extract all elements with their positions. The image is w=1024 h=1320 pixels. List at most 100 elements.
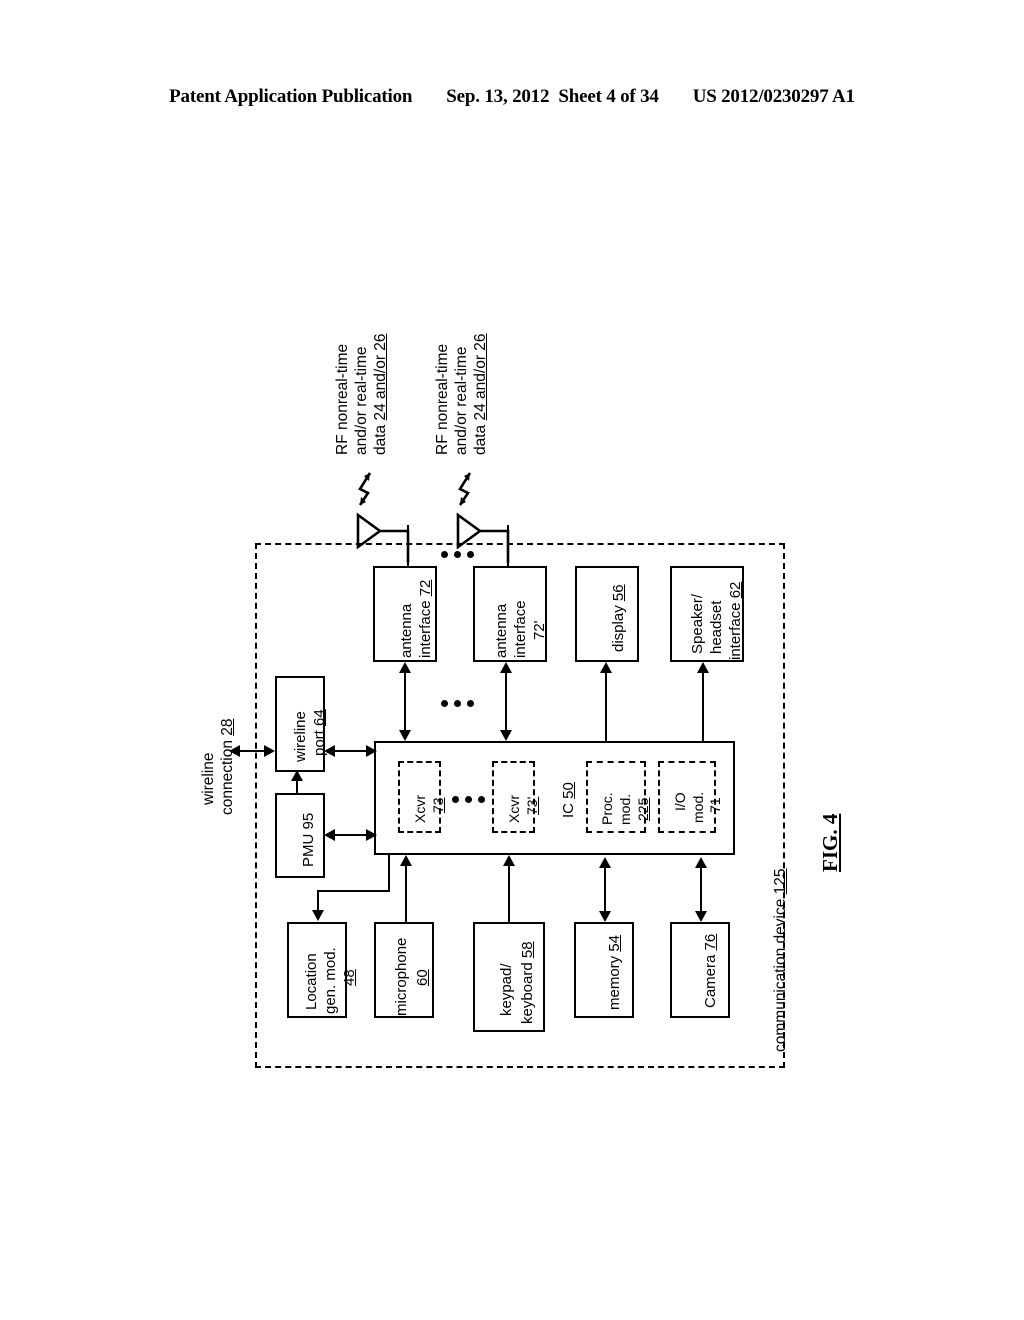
connector-pmu-ic-arrow-left bbox=[324, 828, 335, 841]
xcvr-ellipsis bbox=[452, 796, 485, 803]
block-memory-54-label: memory 54 bbox=[606, 934, 623, 1010]
rf-signal-label-1: RF nonreal-time bbox=[334, 344, 352, 455]
block-antenna-interface-72-prime[interactable]: antenna interface 72' bbox=[473, 566, 548, 662]
header-patent-number: US 2012/0230297 A1 bbox=[692, 86, 855, 107]
block-xcvr-73[interactable]: Xcvr 73 bbox=[398, 761, 446, 833]
connector-memory-ic-line bbox=[604, 868, 607, 916]
connector-if72-ic-arrow-up bbox=[398, 662, 411, 673]
rf-signal-2-line3: data 24 and/or 26 bbox=[472, 333, 489, 455]
wireline-connection-label-line2: connection 28 bbox=[219, 718, 236, 815]
connector-camera-ic-arrow-down bbox=[694, 911, 707, 922]
connector-keypad-ic-arrow bbox=[502, 855, 515, 866]
connector-wireline-external-arrow-left bbox=[229, 744, 240, 757]
connector-speaker-ic-line bbox=[702, 668, 705, 742]
block-microphone-line1: microphone bbox=[393, 937, 410, 1016]
connector-pmu-ic-arrow-right bbox=[366, 828, 377, 841]
rf-signal-label-2-line2: and/or real-time bbox=[453, 346, 471, 455]
block-microphone-line2: 60 bbox=[414, 969, 431, 986]
block-io-line3: 71 bbox=[707, 797, 723, 813]
block-proc-line1: Proc. bbox=[599, 792, 615, 825]
connector-if72-ic-line bbox=[404, 668, 407, 736]
block-location-gen-mod-48[interactable]: Location gen. mod. 48 bbox=[287, 922, 358, 1018]
header-sheet: Sheet 4 of 34 bbox=[558, 86, 659, 107]
rf-signal-1-line2: and/or real-time bbox=[353, 346, 370, 455]
block-pmu-95[interactable]: PMU 95 bbox=[275, 793, 325, 878]
connector-microphone-ic-arrow bbox=[399, 855, 412, 866]
connector-if72p-ic-arrow-down bbox=[499, 730, 512, 741]
connector-wireline-external-arrow-right bbox=[264, 744, 275, 757]
antenna-interface-ellipsis bbox=[441, 551, 474, 558]
connector-wireline-ic-arrow-right bbox=[366, 744, 377, 757]
block-memory-54[interactable]: memory 54 bbox=[574, 922, 634, 1018]
block-xcvr-73-line2: 73 bbox=[430, 797, 446, 813]
block-proc-line2: mod. bbox=[617, 793, 633, 825]
block-ic-50[interactable]: Xcvr 73 Xcvr 73' IC 50 Proc. mod. 225 I/… bbox=[374, 741, 735, 855]
block-location-line3: 48 bbox=[341, 969, 358, 986]
block-antenna-interface-72p-line3: 72' bbox=[531, 620, 548, 640]
block-camera-76[interactable]: Camera 76 bbox=[670, 922, 730, 1018]
block-antenna-interface-72[interactable]: antenna interface 72 bbox=[373, 566, 437, 662]
block-wireline-port-64[interactable]: wireline port 64 bbox=[275, 676, 328, 772]
block-camera-76-label: Camera 76 bbox=[702, 933, 719, 1008]
rf-signal-label-1-line2: and/or real-time bbox=[353, 346, 371, 455]
rf-signal-1-line1: RF nonreal-time bbox=[334, 343, 351, 455]
connector-ic-location-seg3 bbox=[317, 890, 320, 912]
block-io-mod-71[interactable]: I/O mod. 71 bbox=[658, 761, 723, 833]
block-antenna-interface-72-line1: antenna bbox=[398, 603, 415, 658]
connector-ic-location-seg1 bbox=[388, 855, 391, 892]
block-antenna-interface-72p-line2: interface bbox=[512, 600, 529, 658]
connector-display-ic-line bbox=[605, 668, 608, 742]
wireline-connection-label-line1: wireline bbox=[200, 752, 218, 805]
header-publication: Patent Application Publication bbox=[169, 86, 413, 107]
connector-antenna2-to-interface bbox=[507, 525, 510, 566]
rf-signal-2-line2: and/or real-time bbox=[453, 346, 470, 455]
block-location-line2: gen. mod. bbox=[322, 947, 339, 1014]
block-speaker-headset-interface-62[interactable]: Speaker/ headset interface 62 bbox=[670, 566, 744, 662]
rf-signal-1-line3: data 24 and/or 26 bbox=[372, 333, 389, 455]
block-microphone-60[interactable]: microphone 60 bbox=[374, 922, 434, 1018]
connector-memory-ic-arrow-down bbox=[598, 911, 611, 922]
connector-camera-ic-line bbox=[700, 868, 703, 916]
block-keypad-line1: keypad/ bbox=[498, 963, 515, 1016]
connector-camera-ic-arrow-up bbox=[694, 857, 707, 868]
connector-speaker-ic-arrow bbox=[696, 662, 709, 673]
block-display-56[interactable]: display 56 bbox=[575, 566, 639, 662]
connector-if72p-ic-arrow-up bbox=[499, 662, 512, 673]
interface-link-ellipsis bbox=[441, 700, 474, 707]
figure-label: FIG. 4 bbox=[818, 813, 842, 872]
connector-if72p-ic-line bbox=[505, 668, 508, 736]
connector-memory-ic-arrow-up bbox=[598, 857, 611, 868]
connector-ic-location-seg2 bbox=[317, 890, 390, 893]
patent-figure-page: Patent Application Publication Sep. 13, 2… bbox=[0, 0, 1024, 1320]
block-location-line1: Location bbox=[303, 953, 320, 1010]
connector-microphone-ic-line bbox=[405, 862, 408, 922]
wireline-connection-line1-text: wireline bbox=[200, 752, 217, 805]
block-keypad-keyboard-58[interactable]: keypad/ keyboard 58 bbox=[473, 922, 545, 1032]
block-proc-line3: 225 bbox=[635, 797, 651, 821]
connector-pmu-ic-line bbox=[332, 834, 368, 837]
block-io-line1: I/O bbox=[672, 792, 688, 811]
block-xcvr-73-prime[interactable]: Xcvr 73' bbox=[492, 761, 540, 833]
page-header: Patent Application Publication Sep. 13, 2… bbox=[0, 86, 1024, 108]
block-antenna-interface-72-line2: interface 72 bbox=[417, 579, 434, 658]
connector-wireline-ic-arrow-left bbox=[324, 744, 335, 757]
header-date-sheet: Sep. 13, 2012 Sheet 4 of 34 bbox=[446, 86, 659, 108]
block-wireline-port-line1: wireline bbox=[292, 711, 309, 762]
communication-device-ref: 125 bbox=[772, 868, 789, 895]
block-proc-mod-225[interactable]: Proc. mod. 225 bbox=[586, 761, 651, 833]
connector-display-ic-arrow bbox=[599, 662, 612, 673]
block-pmu-95-label: PMU 95 bbox=[300, 812, 317, 867]
block-antenna-interface-72p-line1: antenna bbox=[493, 603, 510, 658]
block-xcvr-73p-line2: 73' bbox=[524, 796, 540, 815]
connector-wireline-external-line bbox=[237, 750, 267, 753]
rf-signal-label-1-line3: data 24 and/or 26 bbox=[372, 333, 390, 455]
rf-signal-2-line1: RF nonreal-time bbox=[434, 343, 451, 455]
block-display-56-label: display 56 bbox=[610, 584, 627, 652]
block-keypad-line2: keyboard 58 bbox=[519, 941, 536, 1024]
connector-wireline-ic-line bbox=[332, 750, 368, 753]
connector-keypad-ic-line bbox=[508, 862, 511, 922]
connector-antenna1-to-interface bbox=[407, 525, 410, 566]
communication-device-label: communication device 125 bbox=[772, 868, 789, 1052]
block-xcvr-73-line1: Xcvr bbox=[412, 795, 428, 823]
block-speaker-line2: headset bbox=[708, 600, 725, 654]
